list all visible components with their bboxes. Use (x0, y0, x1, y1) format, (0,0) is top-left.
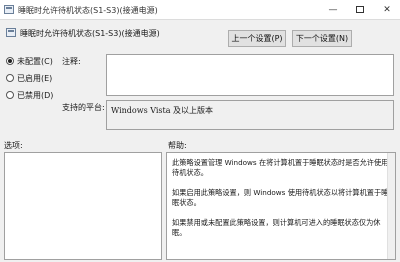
help-panel: 此策略设置管理 Windows 在将计算机置于睡眠状态时是否允许使用待机状态。 … (166, 152, 396, 260)
radio-button-selected[interactable] (6, 57, 14, 65)
minimize-button[interactable]: — (322, 0, 344, 20)
radio-label: 已启用(E) (17, 74, 53, 83)
help-paragraph: 如果启用此策略设置，则 Windows 使用待机状态以将计算机置于睡眠状态。 (172, 188, 389, 207)
maximize-button[interactable] (349, 0, 371, 20)
supported-platform-field: Windows Vista 及以上版本 (106, 100, 394, 130)
policy-name: 睡眠时允许待机状态(S1-S3)(接通电源) (20, 29, 160, 38)
maximize-icon (356, 6, 364, 13)
options-panel (4, 152, 162, 260)
policy-setting-icon (6, 28, 16, 37)
close-button[interactable]: ✕ (376, 0, 398, 20)
help-scrollbar[interactable] (387, 153, 395, 259)
comment-textarea[interactable] (106, 54, 394, 96)
options-label: 选项: (4, 141, 23, 150)
policy-window-icon (4, 5, 14, 14)
comment-label: 注释: (62, 57, 81, 66)
radio-label: 已禁用(D) (17, 91, 54, 100)
radio-not-configured[interactable]: 未配置(C) (6, 56, 53, 68)
window-title: 睡眠时允许待机状态(S1-S3)(接通电源) (18, 6, 158, 15)
title-bar: 睡眠时允许待机状态(S1-S3)(接通电源) — ✕ (0, 0, 400, 20)
help-paragraph: 如果禁用或未配置此策略设置，则计算机可进入的睡眠状态仅为休眠。 (172, 218, 381, 237)
next-setting-button[interactable]: 下一个设置(N) (292, 30, 352, 47)
help-label: 帮助: (168, 141, 187, 150)
radio-disabled[interactable]: 已禁用(D) (6, 90, 53, 102)
radio-button[interactable] (6, 91, 14, 99)
radio-enabled[interactable]: 已启用(E) (6, 73, 52, 85)
radio-button[interactable] (6, 74, 14, 82)
previous-setting-button[interactable]: 上一个设置(P) (228, 30, 286, 47)
supported-platform-label: 支持的平台: (62, 103, 105, 112)
help-paragraph: 此策略设置管理 Windows 在将计算机置于睡眠状态时是否允许使用待机状态。 (172, 158, 389, 177)
radio-label: 未配置(C) (17, 57, 53, 66)
